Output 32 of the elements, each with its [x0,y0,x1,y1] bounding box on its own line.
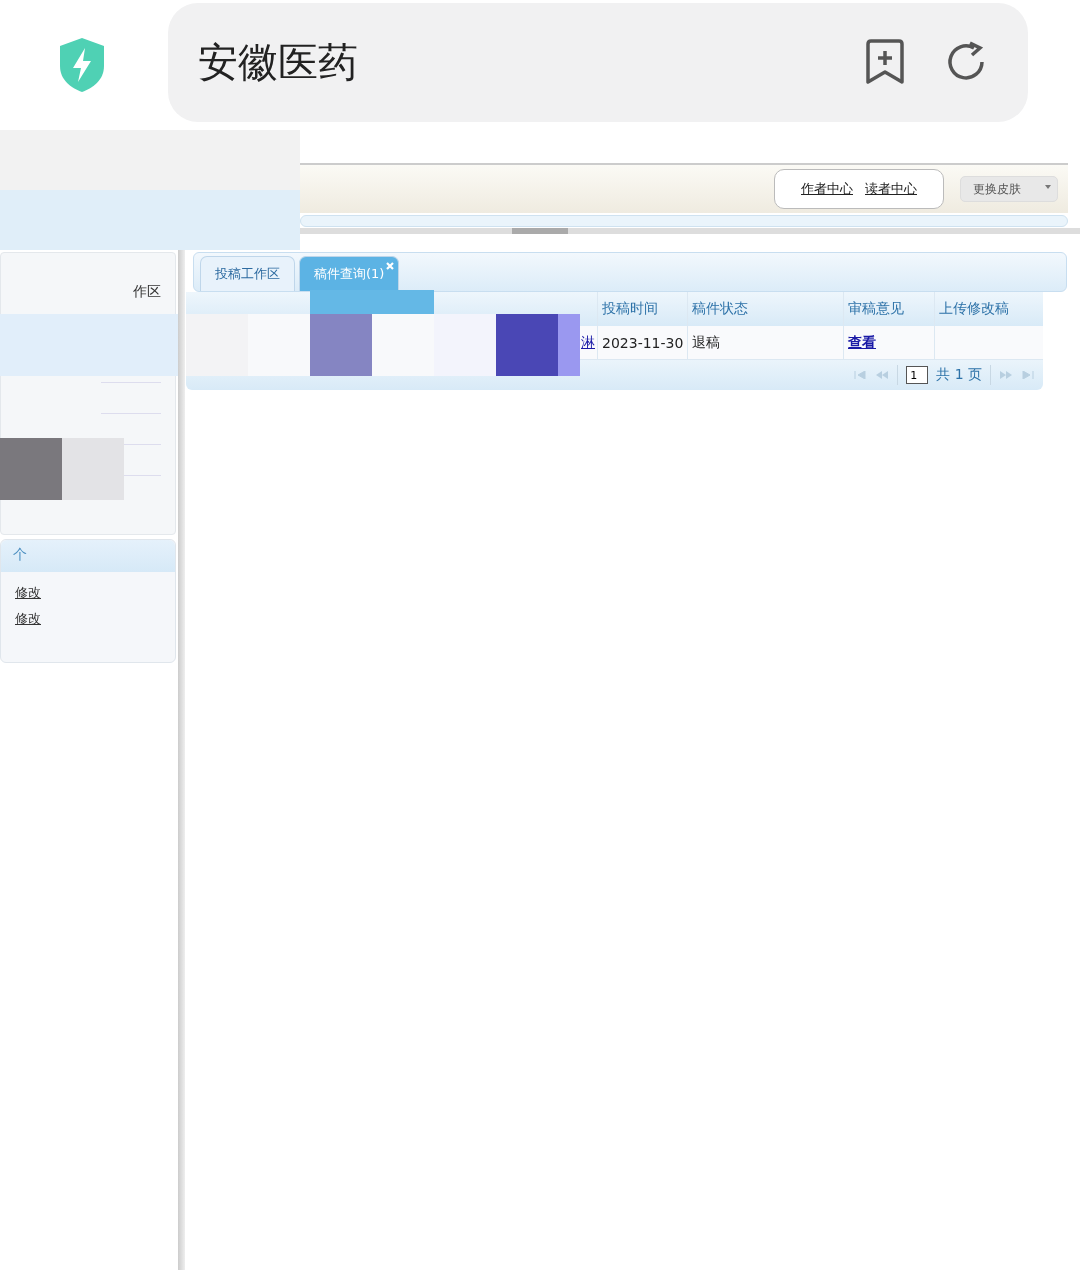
next-page-icon[interactable] [999,371,1013,379]
column-header[interactable]: 投稿时间 [598,292,688,326]
scrollbar-thumb[interactable] [512,228,568,234]
sidebar-link[interactable]: 修改 [15,584,41,602]
view-link[interactable]: 查看 [848,333,876,352]
table-cell: 2023-11-30 [598,326,688,360]
bookmark-add-icon[interactable] [864,38,906,86]
table-cell: 退稿 [688,326,844,360]
tab[interactable]: 投稿工作区 [200,256,295,291]
panel-header: 个 [1,540,175,572]
header-link[interactable]: 作者中心 [801,180,853,198]
redaction-block [0,438,62,500]
redaction-block [186,314,248,376]
page-input[interactable]: 1 [906,366,929,384]
page-count: 共 1 页 [936,366,982,384]
title-link[interactable]: 淋 [581,333,595,352]
column-header[interactable]: 上传修改稿 [935,292,1043,326]
scrollbar[interactable] [300,228,1080,234]
last-page-icon[interactable] [1021,371,1035,379]
column-header[interactable]: 审稿意见 [844,292,935,326]
sidebar-item[interactable]: 作区 [133,283,161,301]
previous-page-icon[interactable] [875,371,890,379]
shield-icon[interactable] [57,36,107,94]
skin-select[interactable]: 更换皮肤 [960,176,1058,202]
splitter[interactable] [178,250,185,1270]
page-title: 安徽医药 [198,37,359,87]
address-bar[interactable]: 安徽医药 [168,2,1028,122]
header-link[interactable]: 读者中心 [865,180,917,198]
first-page-icon[interactable] [853,371,868,379]
close-icon[interactable] [386,262,395,270]
sidebar-link[interactable]: 修改 [15,610,41,628]
column-header[interactable]: 稿件状态 [688,292,844,326]
